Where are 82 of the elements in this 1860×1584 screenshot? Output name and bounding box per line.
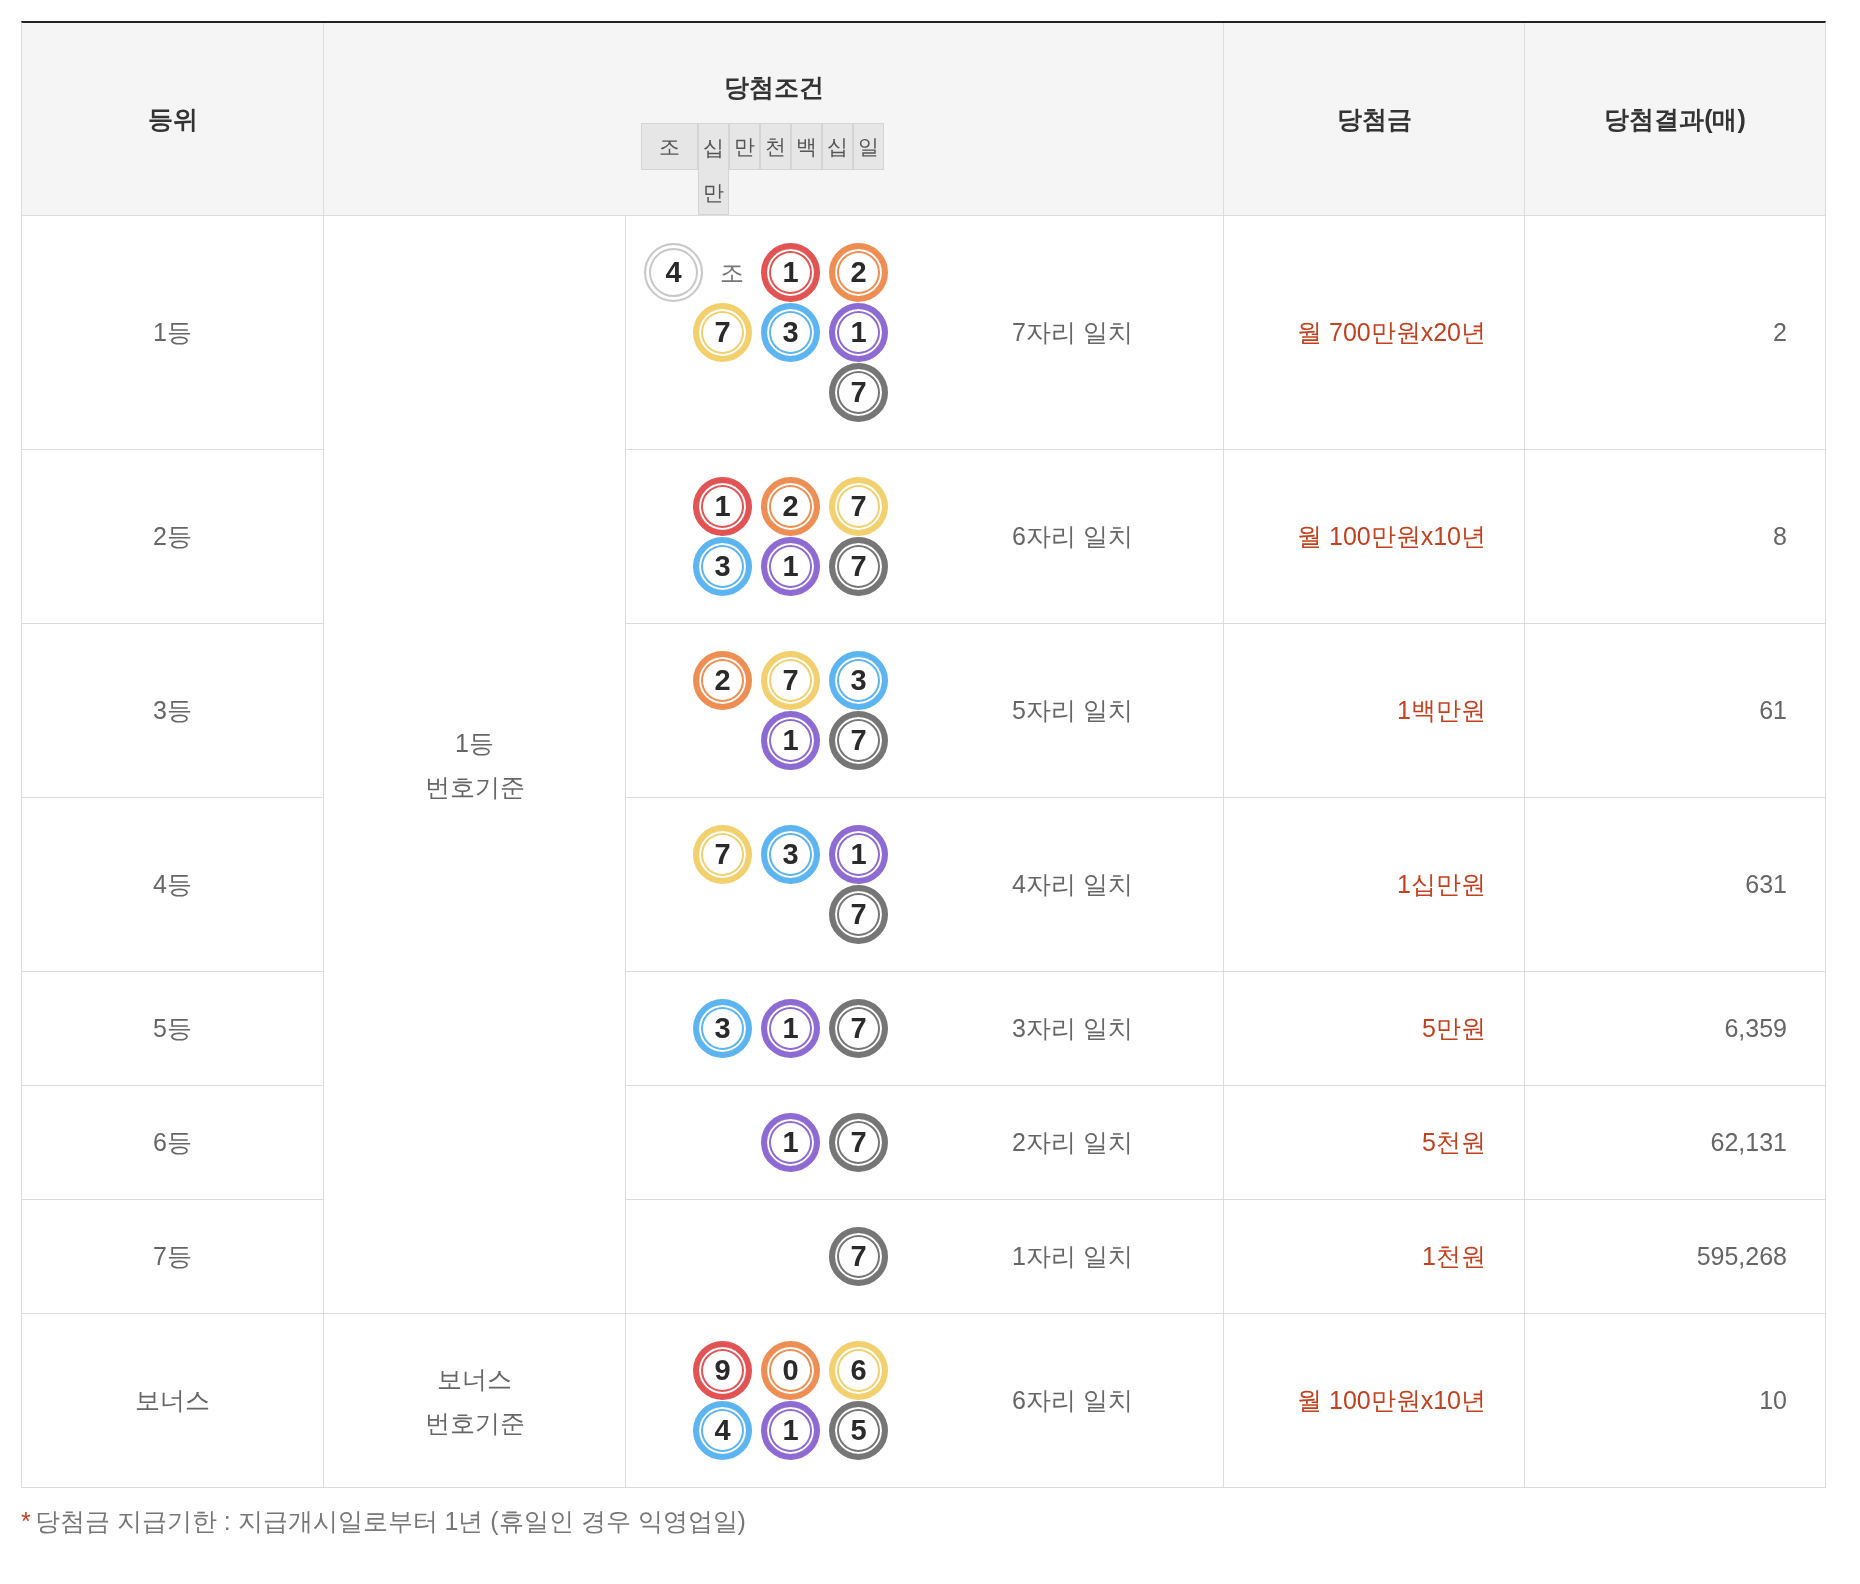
prize-amount: 5천원 xyxy=(1224,1086,1524,1199)
number-ball: 2 xyxy=(829,243,888,302)
column-header: 당첨조건 조 십만 만 천 백 십 일 xyxy=(324,23,1223,215)
number-ball: 3 xyxy=(829,651,888,710)
number-ball: 1 xyxy=(761,711,820,770)
number-ball: 5 xyxy=(829,1401,888,1460)
number-ball: 6 xyxy=(829,1341,888,1400)
match-text: 5자리 일치 xyxy=(1011,695,1134,726)
number-ball: 1 xyxy=(829,825,888,884)
number-ball: 7 xyxy=(829,999,888,1058)
table-cell: 61 xyxy=(1525,624,1825,797)
digit-place-label: 일 xyxy=(853,123,884,170)
number-ball: 1 xyxy=(761,1113,820,1172)
column-header: 당첨결과(매) xyxy=(1525,23,1825,215)
number-ball: 1 xyxy=(693,477,752,536)
number-ball: 7 xyxy=(829,1227,888,1286)
number-ball: 1 xyxy=(761,1401,820,1460)
number-ball: 1 xyxy=(829,303,888,362)
prize-amount: 1백만원 xyxy=(1224,624,1524,797)
table-cell: 2등 xyxy=(22,450,323,623)
number-ball: 7 xyxy=(761,651,820,710)
number-ball: 7 xyxy=(829,477,888,536)
digit-place-label: 천 xyxy=(760,123,791,170)
group-unit: 조 xyxy=(719,257,745,288)
number-ball: 7 xyxy=(693,303,752,362)
number-ball: 3 xyxy=(761,303,820,362)
match-text: 4자리 일치 xyxy=(1011,869,1134,900)
prize-amount: 월 700만원x20년 xyxy=(1224,216,1524,449)
prize-amount: 1십만원 xyxy=(1224,798,1524,971)
number-ball: 7 xyxy=(829,885,888,944)
table-cell: 631 xyxy=(1525,798,1825,971)
digit-place-label: 십 xyxy=(822,123,853,170)
number-ball: 1 xyxy=(761,999,820,1058)
table-cell: 7등 xyxy=(22,1200,323,1313)
number-ball: 3 xyxy=(761,825,820,884)
table-cell: 보너스 번호기준 xyxy=(324,1314,625,1487)
column-header: 당첨금 xyxy=(1224,23,1524,215)
number-ball: 9 xyxy=(693,1341,752,1400)
prize-amount: 월 100만원x10년 xyxy=(1224,1314,1524,1487)
table-cell: 1등 번호기준 xyxy=(324,216,625,1313)
number-ball: 0 xyxy=(761,1341,820,1400)
match-text: 1자리 일치 xyxy=(1011,1241,1134,1272)
table-cell: 6,359 xyxy=(1525,972,1825,1085)
number-ball: 7 xyxy=(829,711,888,770)
prize-amount: 월 100만원x10년 xyxy=(1224,450,1524,623)
number-ball: 1 xyxy=(761,537,820,596)
match-text: 6자리 일치 xyxy=(1011,521,1134,552)
number-ball: 2 xyxy=(693,651,752,710)
number-ball: 2 xyxy=(761,477,820,536)
prize-amount: 5만원 xyxy=(1224,972,1524,1085)
number-ball: 3 xyxy=(693,999,752,1058)
number-ball: 3 xyxy=(693,537,752,596)
match-text: 7자리 일치 xyxy=(1011,317,1134,348)
table-cell: 5등 xyxy=(22,972,323,1085)
table-cell: 2 xyxy=(1525,216,1825,449)
footnote: 당첨금 지급기한 : 지급개시일로부터 1년 (휴일인 경우 익영업일) xyxy=(34,1507,746,1535)
table-cell: 보너스 xyxy=(22,1314,323,1487)
match-text: 6자리 일치 xyxy=(1011,1385,1134,1416)
group-ball: 4 xyxy=(644,243,703,302)
table-cell: 6등 xyxy=(22,1086,323,1199)
table-cell: 8 xyxy=(1525,450,1825,623)
prize-amount: 1천원 xyxy=(1224,1200,1524,1313)
table-cell: 62,131 xyxy=(1525,1086,1825,1199)
table-cell: 1등 xyxy=(22,216,323,449)
table-cell: 4등 xyxy=(22,798,323,971)
table-cell: 10 xyxy=(1525,1314,1825,1487)
table-cell: 595,268 xyxy=(1525,1200,1825,1313)
digit-place-label: 십만 xyxy=(698,123,729,215)
number-ball: 7 xyxy=(693,825,752,884)
number-ball: 7 xyxy=(829,363,888,422)
number-ball: 7 xyxy=(829,1113,888,1172)
match-text: 2자리 일치 xyxy=(1011,1127,1134,1158)
digit-place-label: 만 xyxy=(729,123,760,170)
digit-place-label: 조 xyxy=(641,123,698,170)
number-ball: 7 xyxy=(829,537,888,596)
number-ball: 1 xyxy=(761,243,820,302)
footnote-mark: * xyxy=(21,1507,31,1535)
digit-place-label: 백 xyxy=(791,123,822,170)
match-text: 3자리 일치 xyxy=(1011,1013,1134,1044)
column-header: 등위 xyxy=(22,23,323,215)
table-cell: 3등 xyxy=(22,624,323,797)
number-ball: 4 xyxy=(693,1401,752,1460)
